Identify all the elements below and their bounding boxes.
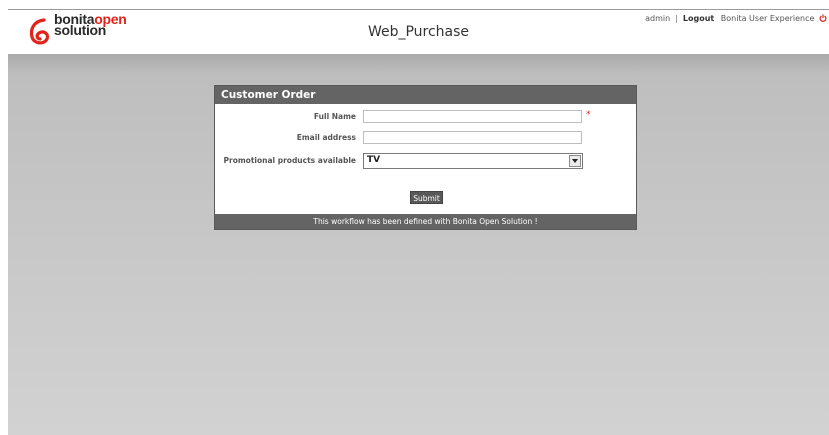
submit-button[interactable]: Submit xyxy=(410,191,443,204)
promo-row: Promotional products available TV xyxy=(215,153,636,169)
promo-select[interactable]: TV xyxy=(363,153,583,169)
full-name-row: Full Name * xyxy=(215,110,636,124)
email-row: Email address xyxy=(215,131,636,145)
user-menu: admin | Logout Bonita User Experience xyxy=(645,14,827,23)
form-footer: This workflow has been defined with Boni… xyxy=(215,214,636,229)
promo-label: Promotional products available xyxy=(223,156,356,165)
full-name-label: Full Name xyxy=(313,112,356,121)
required-marker: * xyxy=(586,110,591,120)
email-label: Email address xyxy=(296,133,356,142)
customer-order-form: Customer Order Full Name * Email address… xyxy=(214,85,637,230)
logout-link[interactable]: Logout xyxy=(683,14,714,23)
page-title: Web_Purchase xyxy=(367,24,470,40)
form-title: Customer Order xyxy=(215,86,636,104)
power-icon[interactable] xyxy=(819,14,827,22)
full-name-input[interactable] xyxy=(363,110,582,123)
user-experience-link[interactable]: Bonita User Experience xyxy=(721,14,815,23)
dropdown-arrow-icon[interactable] xyxy=(569,155,581,167)
app-header: bonitaopen solution Web_Purchase admin | L… xyxy=(8,10,829,54)
separator: | xyxy=(675,14,678,23)
username: admin xyxy=(645,14,671,23)
main-content: Customer Order Full Name * Email address… xyxy=(8,54,829,435)
promo-selected-value: TV xyxy=(367,155,381,165)
email-input[interactable] xyxy=(363,131,582,144)
